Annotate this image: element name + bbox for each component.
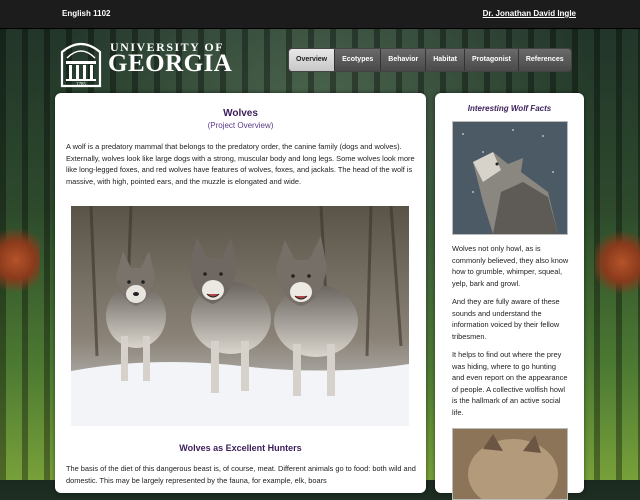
page-subtitle: (Project Overview)	[207, 121, 274, 130]
sidebar-card: Interesting Wolf Facts Wolves not only h…	[435, 93, 584, 500]
author-link[interactable]: Dr. Jonathan David Ingle	[483, 9, 576, 18]
course-title: English 1102	[62, 9, 111, 18]
nav-habitat[interactable]: Habitat	[426, 49, 465, 71]
nav-protagonist[interactable]: Protagonist	[464, 49, 519, 71]
autumn-leaves-right	[595, 225, 640, 300]
nav-references[interactable]: References	[518, 49, 571, 71]
wolf-closeup-photo	[452, 428, 568, 500]
sidebar-fact-1: Wolves not only howl, as is commonly bel…	[452, 244, 569, 288]
section-paragraph-hunters: The basis of the diet of this dangerous …	[66, 464, 416, 485]
autumn-leaves-left	[0, 220, 40, 300]
section-heading-hunters: Wolves as Excellent Hunters	[179, 443, 302, 453]
arch-icon: 1785	[60, 42, 102, 88]
university-logo[interactable]: 1785 UNIVERSITY OF GEORGIA	[60, 34, 240, 90]
main-content-card: Wolves (Project Overview) A wolf is a pr…	[55, 93, 426, 493]
sidebar-fact-3: It helps to find out where the prey was …	[452, 350, 568, 417]
wolves-photo	[71, 206, 409, 426]
intro-paragraph: A wolf is a predatory mammal that belong…	[66, 142, 415, 186]
page-title: Wolves	[223, 108, 258, 119]
sidebar-title: Interesting Wolf Facts	[467, 104, 552, 113]
logo-line-2: GEORGIA	[108, 50, 233, 77]
howling-wolf-photo	[452, 121, 568, 235]
nav-behavior[interactable]: Behavior	[381, 49, 427, 71]
sidebar-fact-2: And they are fully aware of these sounds…	[452, 297, 560, 341]
logo-year: 1785	[76, 83, 87, 88]
top-bar: English 1102 Dr. Jonathan David Ingle	[0, 0, 640, 29]
nav-overview[interactable]: Overview	[289, 49, 336, 71]
main-nav: Overview Ecotypes Behavior Habitat Prota…	[288, 48, 572, 72]
nav-ecotypes[interactable]: Ecotypes	[335, 49, 382, 71]
